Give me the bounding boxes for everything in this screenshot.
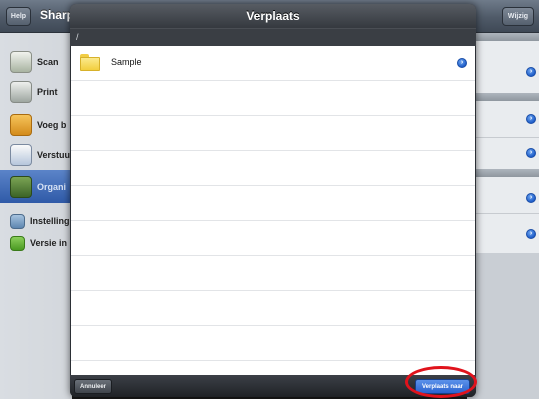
detail-disclosure-icon[interactable]: › — [526, 67, 536, 77]
detail-disclosure-icon[interactable]: › — [526, 114, 536, 124]
detail-disclosure-icon[interactable]: › — [526, 193, 536, 203]
send-icon — [10, 144, 32, 166]
cancel-button[interactable]: Annuleer — [74, 379, 112, 394]
section-divider — [467, 93, 539, 101]
sidebar-item-label: Print — [37, 87, 58, 97]
detail-cell: › — [467, 177, 539, 214]
detail-cell: › — [467, 101, 539, 138]
empty-row — [71, 326, 475, 361]
settings-icon — [10, 213, 25, 229]
detail-group: › › — [467, 101, 539, 169]
dialog-title: Verplaats — [246, 9, 300, 23]
folder-list: Sample › — [71, 46, 475, 375]
detail-disclosure-icon[interactable]: › — [526, 148, 536, 158]
dialog-toolbar: Annuleer Verplaats naar — [70, 375, 476, 397]
sidebar-item-label: Instelling — [30, 216, 70, 226]
detail-group: › › — [467, 177, 539, 253]
detail-disclosure-icon[interactable]: › — [526, 229, 536, 239]
empty-row — [71, 221, 475, 256]
detail-group: › — [467, 41, 539, 93]
empty-row — [71, 256, 475, 291]
empty-row — [71, 116, 475, 151]
empty-row — [71, 291, 475, 326]
list-item[interactable]: Sample › — [71, 46, 475, 81]
sidebar: Scan Print Voeg b Verstuu Organi Instell… — [0, 33, 72, 399]
scan-icon — [10, 51, 32, 73]
sidebar-item-label: Versie in — [30, 238, 68, 248]
help-button[interactable]: Help — [6, 7, 31, 26]
attach-icon — [10, 114, 32, 136]
dialog-header: Verplaats — [70, 4, 476, 28]
print-icon — [10, 81, 32, 103]
sidebar-item-label: Organi — [37, 181, 67, 192]
move-dialog: Verplaats / Sample › Annuleer Verplaats … — [70, 4, 476, 397]
sidebar-item-scan[interactable]: Scan — [0, 47, 72, 77]
empty-row — [71, 151, 475, 186]
move-to-button[interactable]: Verplaats naar — [415, 379, 470, 394]
current-path: / — [76, 32, 79, 42]
info-icon — [10, 235, 25, 251]
empty-row — [71, 186, 475, 221]
empty-row — [71, 81, 475, 116]
sidebar-item-version[interactable]: Versie in — [0, 233, 72, 253]
app-title: Sharp — [40, 8, 75, 22]
sidebar-item-settings[interactable]: Instelling — [0, 211, 72, 231]
organize-icon — [10, 175, 32, 198]
sidebar-item-label: Scan — [37, 57, 59, 67]
detail-disclosure-icon[interactable]: › — [457, 58, 467, 68]
sidebar-item-label: Verstuu — [37, 150, 71, 160]
folder-icon — [80, 54, 100, 71]
folder-name: Sample — [111, 57, 142, 67]
sidebar-item-organize[interactable]: Organi — [0, 170, 72, 203]
sidebar-item-print[interactable]: Print — [0, 77, 72, 107]
sidebar-item-send[interactable]: Verstuu — [0, 140, 72, 170]
section-divider — [467, 169, 539, 177]
detail-panel: › › › › › — [467, 33, 539, 399]
sidebar-item-attach[interactable]: Voeg b — [0, 110, 72, 140]
section-divider — [467, 33, 539, 41]
path-bar: / — [70, 28, 476, 46]
sidebar-item-label: Voeg b — [37, 120, 67, 130]
edit-button[interactable]: Wijzig — [502, 7, 534, 26]
